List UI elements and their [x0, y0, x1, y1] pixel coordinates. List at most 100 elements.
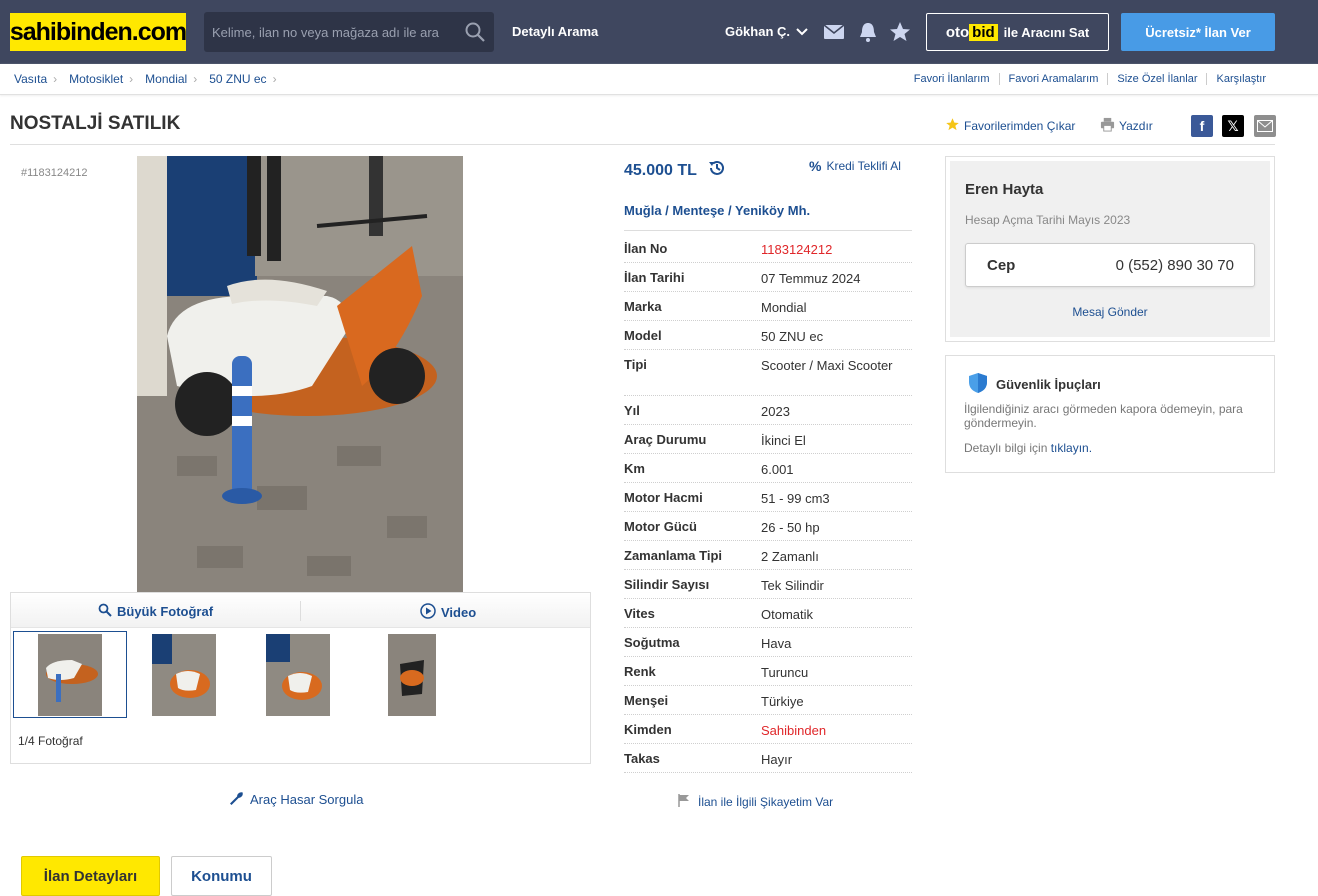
detail-key: İlan No: [624, 241, 668, 256]
search-input[interactable]: [204, 12, 454, 52]
detail-value: 2023: [761, 404, 790, 419]
detail-key: Model: [624, 328, 662, 343]
big-photo-label: Büyük Fotoğraf: [117, 604, 214, 619]
detail-key: Kimden: [624, 722, 672, 737]
photo-thumbnail[interactable]: [355, 631, 469, 718]
detail-row: Kimden Sahibinden: [624, 715, 912, 744]
detail-value: Türkiye: [761, 694, 804, 709]
video-button[interactable]: Video: [420, 603, 476, 622]
detail-value: Hava: [761, 636, 792, 651]
mail-icon[interactable]: [822, 20, 846, 44]
detail-row: Motor Hacmi 51 - 99 cm3: [624, 483, 912, 512]
otobid-oto: oto: [945, 23, 970, 41]
detail-value: Mondial: [761, 300, 807, 315]
remove-favorite-link[interactable]: Favorilerimden Çıkar: [945, 117, 1075, 135]
otobid-label: ile Aracını Sat: [1003, 24, 1090, 40]
tab-listing-details[interactable]: İlan Detayları: [21, 856, 160, 896]
compare-link[interactable]: Karşılaştır: [1206, 73, 1275, 85]
detail-row: Takas Hayır: [624, 744, 912, 773]
otobid-bid: bid: [969, 23, 998, 41]
magnifier-icon: [98, 603, 112, 620]
price-history-icon[interactable]: [707, 158, 727, 183]
wrench-icon: [230, 791, 244, 808]
favorite-searches-link[interactable]: Favori Aramalarım: [998, 73, 1108, 85]
detail-key: Araç Durumu: [624, 432, 707, 447]
detail-row: Km 6.001: [624, 454, 912, 483]
detail-value: 07 Temmuz 2024: [761, 271, 861, 286]
photo-thumbnail[interactable]: [127, 631, 241, 718]
complaint-link[interactable]: İlan ile İlgili Şikayetim Var: [678, 794, 833, 810]
damage-query-link[interactable]: Araç Hasar Sorgula: [230, 791, 363, 808]
price: 45.000 TL: [624, 158, 727, 183]
photo-thumbnail[interactable]: [241, 631, 355, 718]
play-icon: [420, 603, 436, 622]
favorite-listings-link[interactable]: Favori İlanlarım: [905, 73, 999, 85]
main-photo[interactable]: [137, 156, 463, 592]
x-share-icon[interactable]: 𝕏: [1222, 115, 1244, 137]
detail-key: Vites: [624, 606, 655, 621]
location-breadcrumb[interactable]: Muğla / Menteşe / Yeniköy Mh.: [624, 203, 810, 218]
credit-offer-link[interactable]: % Kredi Teklifi Al: [809, 158, 901, 174]
post-ad-button[interactable]: Ücretsiz* İlan Ver: [1121, 13, 1275, 51]
detail-row: Yıl 2023: [624, 396, 912, 425]
advanced-search-link[interactable]: Detaylı Arama: [512, 24, 598, 39]
breadcrumb-item[interactable]: Vasıta: [14, 72, 47, 86]
detail-row: Soğutma Hava: [624, 628, 912, 657]
detail-value: Sahibinden: [761, 723, 827, 738]
gallery-tabs: Büyük Fotoğraf Video: [11, 593, 590, 628]
facebook-share-icon[interactable]: f: [1191, 115, 1213, 137]
safety-more-prefix: Detaylı bilgi için: [964, 441, 1048, 455]
detail-row: Silindir Sayısı Tek Silindir: [624, 570, 912, 599]
big-photo-button[interactable]: Büyük Fotoğraf: [98, 603, 213, 620]
flag-icon: [678, 794, 690, 810]
bell-icon[interactable]: [856, 20, 880, 44]
chevron-right-icon: ›: [193, 72, 198, 86]
detail-value: Hayır: [761, 752, 793, 767]
detail-value: 6.001: [761, 462, 794, 477]
detail-row: Motor Gücü 26 - 50 hp: [624, 512, 912, 541]
safety-more: Detaylı bilgi için tıklayın.: [964, 441, 1092, 455]
detail-row: Marka Mondial: [624, 292, 912, 321]
credit-offer-label: Kredi Teklifi Al: [826, 159, 901, 173]
phone-box[interactable]: Cep 0 (552) 890 30 70: [965, 243, 1255, 287]
breadcrumb-item[interactable]: Mondial: [145, 72, 187, 86]
detail-key: Motor Hacmi: [624, 490, 703, 505]
special-listings-link[interactable]: Size Özel İlanlar: [1107, 73, 1206, 85]
email-share-icon[interactable]: [1254, 115, 1276, 137]
detail-row: Tipi Scooter / Maxi Scooter: [624, 350, 912, 396]
breadcrumb-item[interactable]: Motosiklet: [69, 72, 123, 86]
safety-title: Güvenlik İpuçları: [968, 372, 1101, 397]
site-logo[interactable]: sahibinden.com: [10, 13, 187, 51]
listing-title: NOSTALJİ SATILIK: [10, 113, 181, 134]
otobid-sell-button[interactable]: oto bid ile Aracını Sat: [926, 13, 1109, 51]
print-link[interactable]: Yazdır: [1100, 117, 1153, 135]
photo-gallery: Büyük Fotoğraf Video 1/4 Fotoğraf: [10, 592, 591, 764]
detail-value: Tek Silindir: [761, 578, 824, 593]
safety-more-link[interactable]: tıklayın.: [1051, 441, 1092, 455]
star-icon[interactable]: [888, 20, 912, 44]
detail-row: Zamanlama Tipi 2 Zamanlı: [624, 541, 912, 570]
search-icon[interactable]: [464, 21, 486, 43]
shield-icon: [968, 372, 988, 397]
detail-key: Renk: [624, 664, 656, 679]
detail-row: Araç Durumu İkinci El: [624, 425, 912, 454]
detail-row: Model 50 ZNU ec: [624, 321, 912, 350]
location-divider: [624, 230, 912, 231]
detail-key: Menşei: [624, 693, 669, 708]
detail-key: Yıl: [624, 403, 640, 418]
detail-value: 50 ZNU ec: [761, 329, 824, 344]
detail-value: 2 Zamanlı: [761, 549, 819, 564]
photo-counter: 1/4 Fotoğraf: [18, 734, 83, 748]
star-icon: [945, 117, 960, 135]
photo-thumbnail[interactable]: [13, 631, 127, 718]
detail-row: Menşei Türkiye: [624, 686, 912, 715]
seller-name[interactable]: Eren Hayta: [965, 181, 1043, 198]
tab-location[interactable]: Konumu: [171, 856, 272, 896]
top-header: sahibinden.com Detaylı Arama Gökhan Ç. o…: [0, 0, 1318, 64]
detail-value: Turuncu: [761, 665, 809, 680]
breadcrumb-item[interactable]: 50 ZNU ec: [209, 72, 266, 86]
send-message-link[interactable]: Mesaj Gönder: [950, 305, 1270, 319]
video-label: Video: [441, 605, 477, 620]
seller-box: Eren Hayta Hesap Açma Tarihi Mayıs 2023 …: [945, 156, 1275, 342]
user-menu[interactable]: Gökhan Ç.: [725, 24, 808, 39]
